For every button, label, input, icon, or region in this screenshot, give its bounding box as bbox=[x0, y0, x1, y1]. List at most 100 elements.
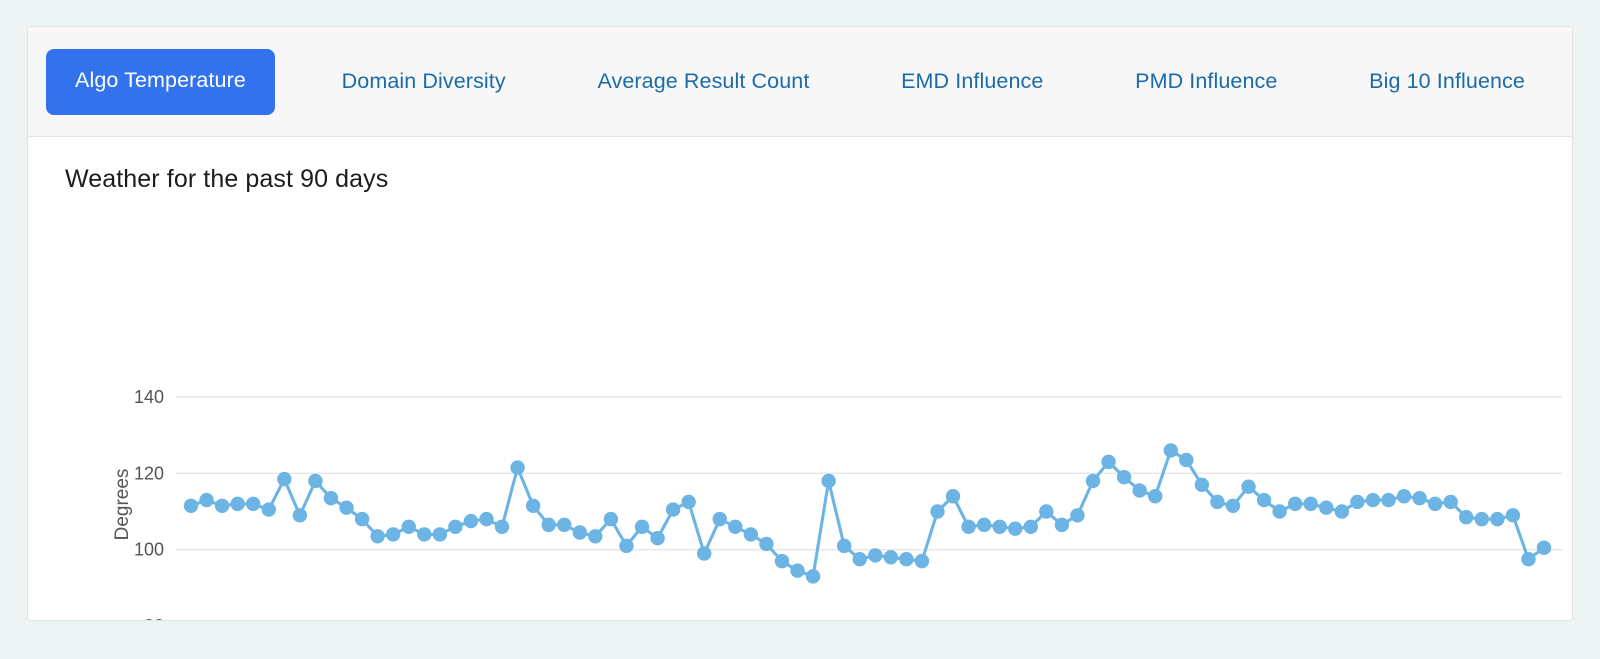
tab-big-10-influence[interactable]: Big 10 Influence bbox=[1340, 71, 1554, 93]
data-point[interactable] bbox=[1350, 494, 1365, 510]
tab-emd-influence[interactable]: EMD Influence bbox=[872, 71, 1072, 93]
data-point[interactable] bbox=[899, 552, 914, 567]
data-point[interactable] bbox=[1272, 504, 1287, 519]
data-point[interactable] bbox=[1070, 508, 1085, 523]
data-point[interactable] bbox=[603, 511, 619, 527]
data-point[interactable] bbox=[1241, 479, 1256, 494]
data-point[interactable] bbox=[774, 553, 790, 569]
data-point[interactable] bbox=[1225, 498, 1241, 513]
data-point[interactable] bbox=[992, 519, 1007, 534]
data-point[interactable] bbox=[1039, 504, 1054, 519]
data-point[interactable] bbox=[1303, 496, 1318, 512]
data-point[interactable] bbox=[308, 473, 323, 489]
data-point[interactable] bbox=[1474, 511, 1489, 527]
data-point[interactable] bbox=[1179, 452, 1194, 468]
data-point[interactable] bbox=[1085, 473, 1101, 489]
data-point[interactable] bbox=[1490, 511, 1505, 527]
data-point[interactable] bbox=[883, 550, 899, 565]
data-point[interactable] bbox=[743, 527, 759, 542]
data-point[interactable] bbox=[1365, 492, 1381, 508]
data-point[interactable] bbox=[1256, 492, 1272, 508]
data-point[interactable] bbox=[945, 489, 961, 504]
data-point[interactable] bbox=[510, 460, 525, 475]
data-point[interactable] bbox=[961, 519, 976, 534]
data-point[interactable] bbox=[1536, 540, 1552, 555]
tab-bar: Algo Temperature Domain Diversity Average … bbox=[28, 27, 1572, 137]
data-point[interactable] bbox=[1287, 496, 1303, 512]
data-point[interactable] bbox=[417, 527, 432, 542]
data-point[interactable] bbox=[914, 553, 930, 569]
data-point[interactable] bbox=[432, 527, 448, 542]
data-point[interactable] bbox=[339, 500, 354, 515]
data-point[interactable] bbox=[1334, 504, 1350, 519]
data-point[interactable] bbox=[759, 536, 774, 552]
data-point[interactable] bbox=[836, 538, 852, 554]
data-point[interactable] bbox=[1116, 469, 1132, 485]
data-point[interactable] bbox=[1505, 508, 1521, 523]
data-point[interactable] bbox=[634, 519, 650, 534]
data-point[interactable] bbox=[246, 496, 261, 512]
data-point[interactable] bbox=[1008, 521, 1023, 536]
data-point[interactable] bbox=[1210, 494, 1225, 510]
data-point[interactable] bbox=[448, 519, 463, 534]
tab-average-result-count[interactable]: Average Result Count bbox=[568, 71, 838, 93]
data-point[interactable] bbox=[1148, 489, 1163, 504]
data-point[interactable] bbox=[588, 529, 603, 544]
data-point[interactable] bbox=[1132, 483, 1147, 498]
data-point[interactable] bbox=[1443, 494, 1458, 510]
data-point[interactable] bbox=[541, 517, 556, 533]
data-point[interactable] bbox=[1023, 519, 1038, 534]
data-point[interactable] bbox=[525, 498, 541, 513]
data-point[interactable] bbox=[665, 502, 681, 517]
data-point[interactable] bbox=[930, 504, 945, 519]
y-axis-ticks: 80 100 120 140 bbox=[134, 387, 164, 620]
data-point[interactable] bbox=[728, 519, 743, 534]
data-point[interactable] bbox=[619, 538, 634, 554]
chart-body: Weather for the past 90 days 80100120140… bbox=[28, 137, 1572, 620]
data-point[interactable] bbox=[868, 548, 883, 563]
tab-pmd-influence[interactable]: PMD Influence bbox=[1106, 71, 1306, 93]
data-point[interactable] bbox=[354, 511, 370, 527]
data-point[interactable] bbox=[385, 527, 401, 542]
data-point[interactable] bbox=[557, 517, 572, 533]
data-point[interactable] bbox=[214, 498, 230, 513]
line-chart[interactable]: 80100120140 Degrees Oct 17Oct 20Oct 23Oc… bbox=[28, 137, 1572, 620]
data-point[interactable] bbox=[183, 498, 199, 513]
data-point[interactable] bbox=[292, 508, 308, 523]
data-point[interactable] bbox=[1101, 454, 1116, 470]
data-point[interactable] bbox=[852, 552, 867, 567]
chart-card: Algo Temperature Domain Diversity Average … bbox=[27, 26, 1573, 621]
data-point[interactable] bbox=[1319, 500, 1334, 515]
data-point[interactable] bbox=[650, 531, 665, 546]
data-point[interactable] bbox=[790, 563, 805, 578]
data-point[interactable] bbox=[370, 529, 385, 544]
data-point[interactable] bbox=[1459, 510, 1474, 525]
data-point[interactable] bbox=[463, 513, 479, 529]
data-point[interactable] bbox=[1163, 443, 1178, 458]
data-point[interactable] bbox=[805, 569, 821, 584]
data-point[interactable] bbox=[494, 519, 510, 534]
data-point[interactable] bbox=[277, 471, 292, 487]
data-point[interactable] bbox=[323, 490, 339, 506]
data-point[interactable] bbox=[1427, 496, 1443, 512]
data-point[interactable] bbox=[401, 519, 416, 534]
tab-list: Algo Temperature Domain Diversity Average … bbox=[28, 27, 1572, 137]
data-point[interactable] bbox=[681, 494, 696, 510]
data-point[interactable] bbox=[821, 473, 836, 489]
data-point[interactable] bbox=[1412, 490, 1427, 506]
data-point[interactable] bbox=[697, 546, 712, 561]
data-point[interactable] bbox=[1194, 477, 1210, 492]
data-point[interactable] bbox=[261, 502, 276, 517]
data-point[interactable] bbox=[1521, 552, 1536, 567]
data-point[interactable] bbox=[199, 492, 214, 508]
data-point[interactable] bbox=[572, 525, 587, 540]
tab-algo-temperature[interactable]: Algo Temperature bbox=[46, 49, 275, 115]
data-point[interactable] bbox=[230, 496, 245, 512]
data-point[interactable] bbox=[976, 517, 992, 533]
data-point[interactable] bbox=[712, 511, 727, 527]
data-point[interactable] bbox=[1381, 492, 1396, 508]
data-point[interactable] bbox=[479, 511, 494, 527]
data-point[interactable] bbox=[1054, 517, 1070, 533]
tab-domain-diversity[interactable]: Domain Diversity bbox=[313, 71, 535, 93]
data-point[interactable] bbox=[1396, 489, 1412, 504]
